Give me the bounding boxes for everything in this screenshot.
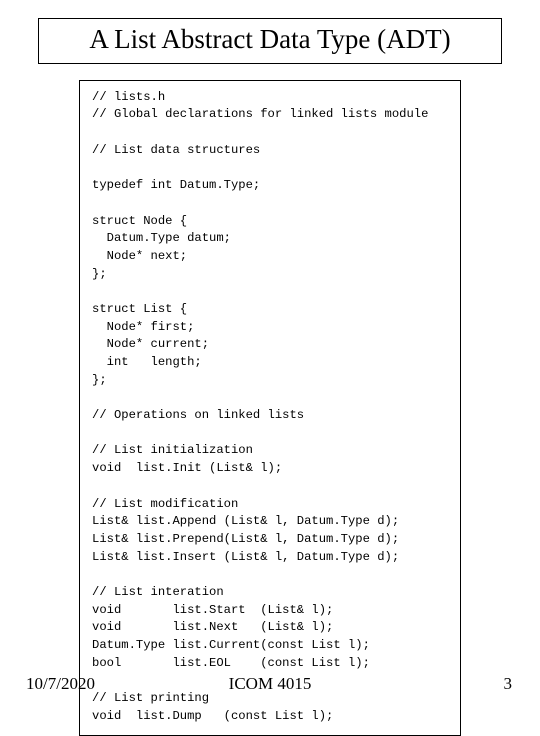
code-block: // lists.h // Global declarations for li… <box>79 80 461 736</box>
slide-title-box: A List Abstract Data Type (ADT) <box>38 18 502 64</box>
code-content: // lists.h // Global declarations for li… <box>92 89 448 726</box>
footer-date: 10/7/2020 <box>26 674 95 694</box>
slide: A List Abstract Data Type (ADT) // lists… <box>0 0 540 720</box>
slide-title: A List Abstract Data Type (ADT) <box>89 24 450 54</box>
footer-page-number: 3 <box>504 674 513 694</box>
footer-course: ICOM 4015 <box>229 674 312 694</box>
